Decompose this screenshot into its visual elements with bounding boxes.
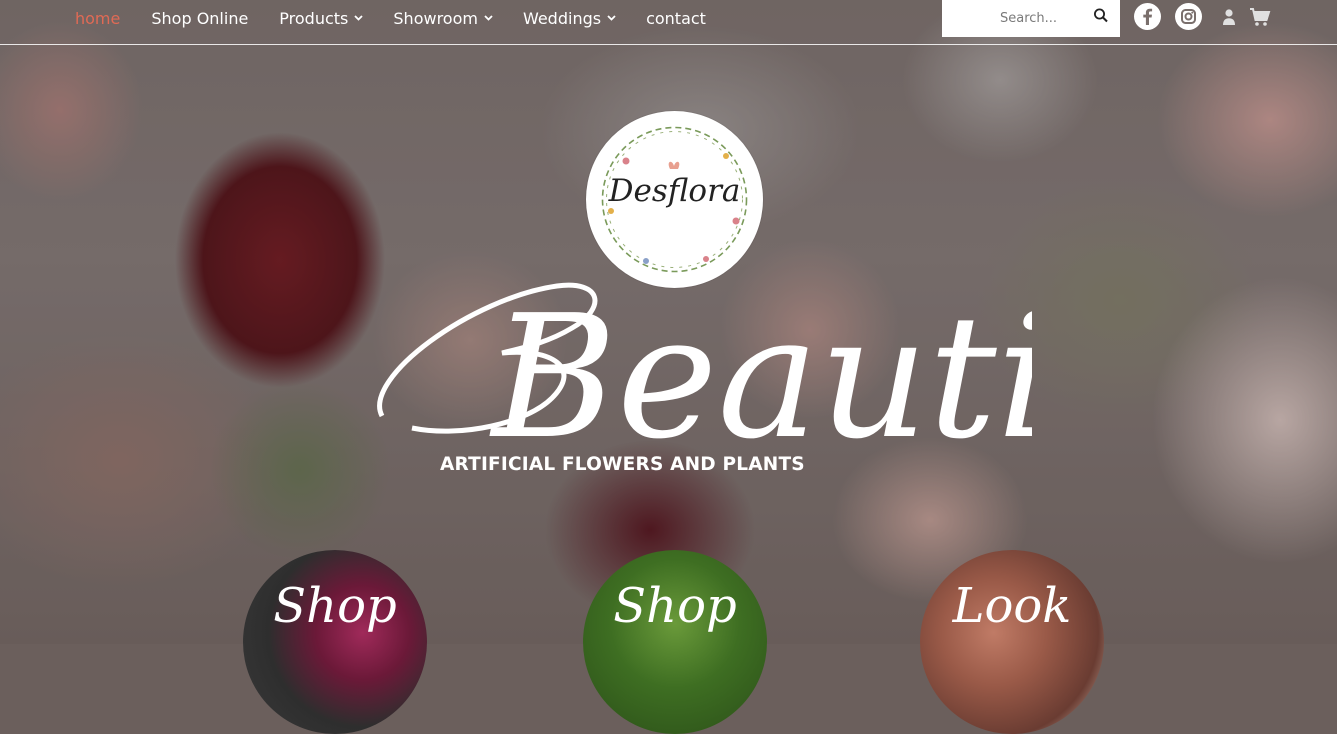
- nav-item-products[interactable]: Products: [279, 8, 364, 28]
- hero-title: Beautiful: [352, 268, 1032, 468]
- facebook-icon[interactable]: [1134, 3, 1161, 30]
- circle-label: Shop: [613, 578, 737, 634]
- hero-subtitle: ARTIFICIAL FLOWERS AND PLANTS: [440, 454, 805, 475]
- shop-circle-2[interactable]: Shop: [583, 550, 767, 734]
- nav-item-label: contact: [646, 8, 706, 28]
- logo-text: Desflora: [608, 173, 741, 209]
- nav-item-label: home: [75, 8, 121, 28]
- search-input[interactable]: [942, 0, 1082, 37]
- circle-label: Shop: [273, 578, 397, 634]
- hero-title-text: Beautiful: [489, 279, 1032, 468]
- chevron-down-icon: [354, 14, 364, 22]
- chevron-down-icon: [607, 14, 616, 22]
- logo[interactable]: Desflora: [586, 111, 763, 288]
- nav-item-shop-online[interactable]: Shop Online: [151, 9, 248, 28]
- nav-item-label: Shop Online: [151, 8, 249, 28]
- circle-label: Look: [952, 578, 1072, 634]
- nav-item-weddings[interactable]: Weddings: [522, 8, 616, 28]
- look-circle[interactable]: Look: [920, 550, 1104, 734]
- nav-menu: home Shop Online Products Showroom Weddi…: [75, 0, 737, 36]
- instagram-icon[interactable]: [1175, 3, 1202, 30]
- nav-item-label: Weddings: [522, 8, 602, 28]
- cart-icon[interactable]: [1249, 7, 1271, 27]
- search-icon[interactable]: [1093, 7, 1109, 25]
- chevron-down-icon: [484, 14, 493, 22]
- navbar: home Shop Online Products Showroom Weddi…: [0, 0, 1337, 45]
- nav-item-showroom[interactable]: Showroom: [393, 8, 493, 28]
- nav-item-label: Products: [279, 8, 349, 28]
- nav-item-home[interactable]: home: [75, 9, 120, 28]
- nav-item-label: Showroom: [393, 8, 478, 28]
- user-icon[interactable]: [1221, 8, 1237, 26]
- nav-item-contact[interactable]: contact: [646, 9, 706, 28]
- shop-circle-1[interactable]: Shop: [243, 550, 427, 734]
